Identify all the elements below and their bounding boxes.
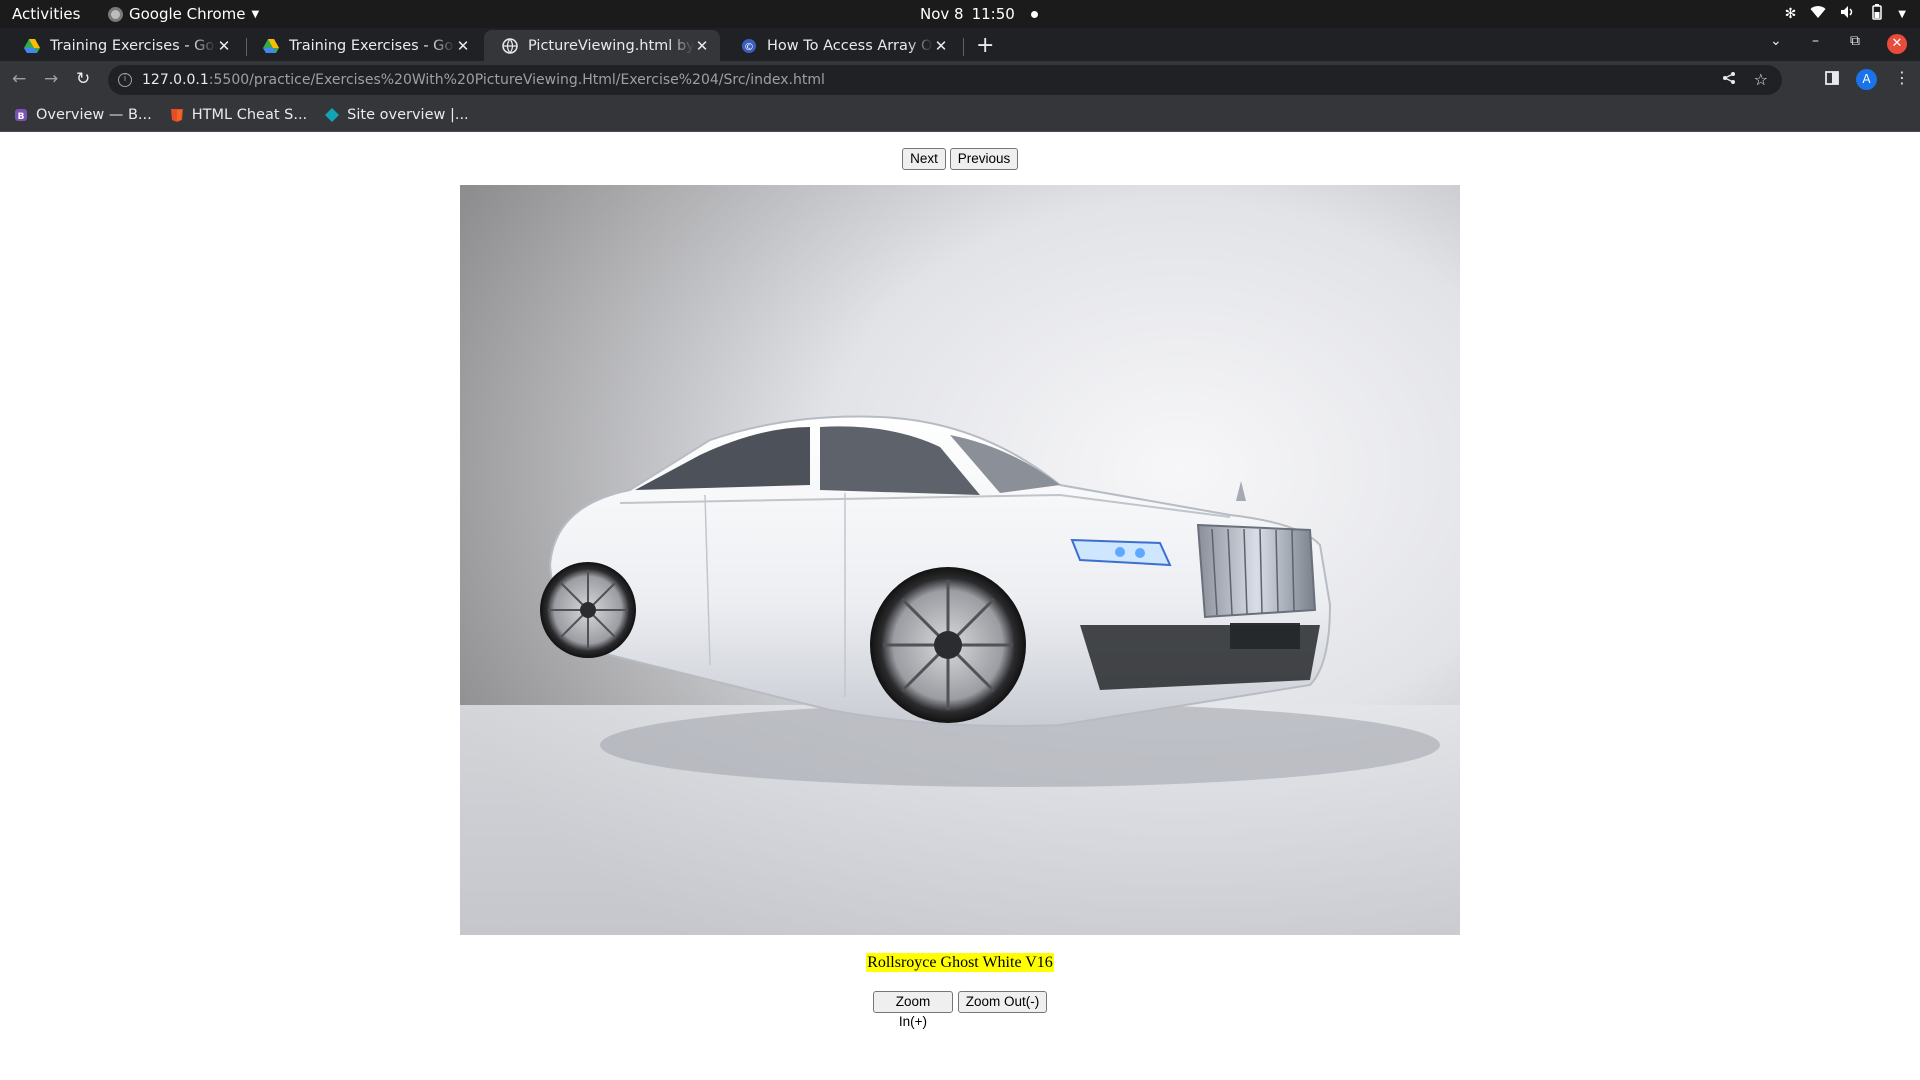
tab-title: How To Access Array Of O [767, 37, 933, 54]
profile-avatar[interactable]: A [1856, 69, 1877, 90]
chevron-down-icon: ▼ [1898, 8, 1906, 20]
address-bar[interactable]: i 127.0.0.1:5500/practice/Exercises%20Wi… [108, 65, 1782, 95]
zoom-out-button[interactable]: Zoom Out(-) [958, 991, 1047, 1013]
previous-button[interactable]: Previous [950, 148, 1018, 170]
next-button[interactable]: Next [902, 148, 946, 170]
codeproject-icon: © [742, 38, 756, 53]
caption-text: Rollsroyce Ghost White V16 [866, 953, 1054, 972]
browser-toolbar: ← → ↻ i 127.0.0.1:5500/practice/Exercise… [0, 61, 1920, 98]
car-photo [460, 185, 1460, 935]
bookmark-label: HTML Cheat S... [191, 106, 308, 123]
web-page: Next Previous Rollsroyce Ghost White V16… [0, 132, 1920, 1080]
globe-icon [502, 37, 518, 54]
tab-training-exercises-1[interactable]: Training Exercises - Google ✕ [6, 30, 242, 61]
car-image [460, 185, 1460, 935]
svg-text:B: B [18, 112, 25, 122]
system-tray[interactable]: ✻ ▼ [1785, 4, 1906, 24]
window-close-button[interactable]: ✕ [1887, 34, 1907, 54]
wifi-icon [1810, 5, 1826, 23]
reload-icon[interactable]: ↻ [76, 69, 90, 89]
forward-arrow-icon[interactable]: → [44, 69, 58, 89]
tab-divider [963, 38, 964, 56]
back-arrow-icon[interactable]: ← [12, 69, 26, 89]
diamond-icon [325, 107, 340, 122]
image-caption: Rollsroyce Ghost White V16 [0, 953, 1920, 972]
activities-button[interactable]: Activities [12, 5, 80, 23]
time-label: 11:50 [971, 5, 1015, 23]
battery-icon [1870, 4, 1884, 24]
system-top-bar: Activities Google Chrome ▼ Nov 8 11:50 ✻… [0, 0, 1920, 28]
tab-access-array[interactable]: © How To Access Array Of O ✕ [723, 30, 959, 61]
svg-text:©: © [744, 42, 754, 53]
tab-picture-viewing[interactable]: PictureViewing.html by Ka ✕ [484, 30, 720, 61]
app-menu[interactable]: Google Chrome ▼ [108, 5, 259, 23]
slack-icon: ✻ [1784, 6, 1797, 22]
bookmarks-bar: B Overview — B... HTML Cheat S... Site o… [0, 98, 1920, 132]
date-label: Nov 8 [920, 5, 964, 23]
bookmark-star-icon[interactable]: ☆ [1754, 70, 1768, 89]
tab-strip: Training Exercises - Google ✕ Training E… [0, 28, 1920, 61]
tab-title: PictureViewing.html by Ka [528, 37, 694, 54]
close-icon[interactable]: ✕ [216, 37, 232, 55]
zoom-in-button[interactable]: Zoom In(+) [873, 991, 953, 1029]
volume-icon [1840, 5, 1856, 23]
side-panel-icon[interactable] [1825, 70, 1839, 89]
tab-training-exercises-2[interactable]: Training Exercises - Google ✕ [245, 30, 481, 61]
bootstrap-icon: B [15, 108, 27, 122]
bookmark-label: Overview — B... [36, 106, 152, 123]
bookmark-html-cheat-sheet[interactable]: HTML Cheat S... [170, 107, 307, 123]
close-icon[interactable]: ✕ [694, 37, 710, 55]
google-drive-icon [24, 38, 40, 53]
url-host: 127.0.0.1 [142, 72, 209, 88]
tab-title: Training Exercises - Google [289, 37, 455, 54]
bookmark-label: Site overview |... [347, 106, 469, 123]
chevron-down-icon: ▼ [251, 8, 260, 20]
share-icon[interactable] [1722, 71, 1736, 89]
html5-icon [170, 108, 183, 122]
tab-search-chevron-icon[interactable]: ⌄ [1770, 33, 1782, 49]
kebab-menu-icon[interactable]: ⋮ [1894, 68, 1910, 87]
site-info-icon[interactable]: i [118, 73, 132, 87]
new-tab-button[interactable]: + [976, 33, 994, 58]
clock[interactable]: Nov 8 11:50 [920, 5, 1038, 23]
minimize-icon[interactable]: – [1812, 33, 1819, 49]
chrome-icon [108, 6, 123, 22]
google-drive-icon [263, 38, 279, 53]
bookmark-overview[interactable]: B Overview — B... [14, 107, 152, 123]
url-path: :5500/practice/Exercises%20With%20Pictur… [208, 72, 825, 88]
tab-title: Training Exercises - Google [50, 37, 216, 54]
close-icon[interactable]: ✕ [933, 37, 949, 55]
bookmark-site-overview[interactable]: Site overview |... [325, 107, 469, 123]
restore-icon[interactable]: ⧉ [1850, 33, 1860, 49]
app-name: Google Chrome [129, 5, 246, 23]
close-icon[interactable]: ✕ [455, 37, 471, 55]
notification-dot-icon [1030, 10, 1038, 18]
